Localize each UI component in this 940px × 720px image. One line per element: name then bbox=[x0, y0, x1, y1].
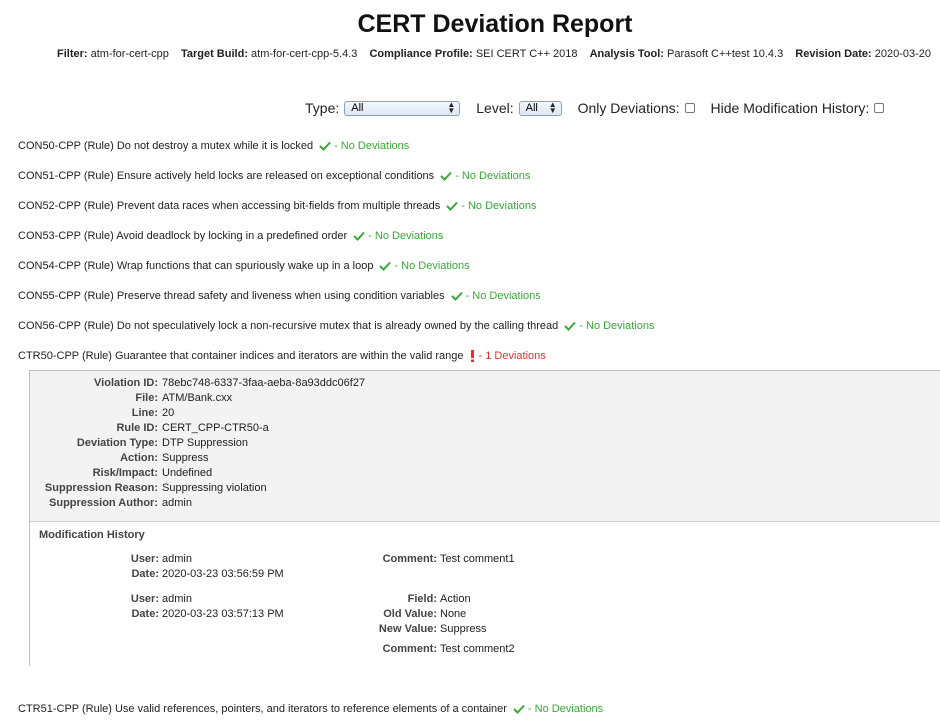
history-user: admin bbox=[162, 593, 192, 605]
rule-status: - No Deviations bbox=[465, 290, 541, 302]
history-comment-label: Comment: bbox=[382, 643, 437, 655]
history-user-label: User: bbox=[130, 593, 159, 605]
rule-status: - No Deviations bbox=[368, 230, 444, 242]
select-arrows-icon: ▲ ▼ bbox=[447, 100, 456, 115]
history-user-label: User: bbox=[130, 553, 159, 565]
rule-row: CON52-CPP (Rule) Prevent data races when… bbox=[18, 200, 536, 212]
check-icon bbox=[513, 704, 525, 714]
check-icon bbox=[440, 171, 452, 181]
meta-analysis-tool: Analysis Tool: Parasoft C++test 10.4.3 bbox=[589, 48, 784, 60]
meta-revision-date: Revision Date: 2020-03-20 bbox=[795, 48, 932, 60]
level-select-value: All bbox=[525, 102, 538, 114]
check-icon bbox=[319, 141, 331, 151]
history-comment-label: Comment: bbox=[382, 553, 437, 565]
rule-text: CON55-CPP (Rule) Preserve thread safety … bbox=[18, 290, 445, 302]
history-new-value: Suppress bbox=[440, 623, 487, 635]
meta-compliance-profile: Compliance Profile: SEI CERT C++ 2018 bbox=[369, 48, 578, 60]
rule-text: CON53-CPP (Rule) Avoid deadlock by locki… bbox=[18, 230, 348, 242]
check-icon bbox=[564, 321, 577, 331]
rule-status: - No Deviations bbox=[394, 260, 470, 272]
level-select[interactable]: All ▲ ▼ bbox=[518, 100, 562, 116]
violation-id-link[interactable]: 78ebc748-6337-3faa-aeba-8a93ddc06f27 bbox=[162, 377, 365, 389]
history-new-value-label: New Value: bbox=[378, 623, 437, 635]
type-select-value: All bbox=[351, 102, 364, 114]
rule-status: - No Deviations bbox=[579, 320, 655, 332]
report-metadata: Filter: atm-for-cert-cpp Target Build: a… bbox=[57, 48, 940, 60]
violation-panel: Violation ID: 78ebc748-6337-3faa-aeba-8a… bbox=[29, 370, 940, 666]
history-old-value: None bbox=[440, 608, 467, 620]
rule-row: CON56-CPP (Rule) Do not speculatively lo… bbox=[18, 320, 654, 332]
history-old-value-label: Old Value: bbox=[383, 608, 437, 620]
history-date: 2020-03-23 03:56:59 PM bbox=[162, 568, 284, 580]
modification-history-title: Modification History bbox=[39, 529, 145, 541]
rule-row: CTR51-CPP (Rule) Use valid references, p… bbox=[18, 703, 603, 715]
rule-status: - No Deviations bbox=[455, 170, 531, 182]
type-select[interactable]: All ▲ ▼ bbox=[344, 100, 461, 116]
history-user: admin bbox=[162, 553, 192, 565]
report-title: CERT Deviation Report bbox=[357, 10, 633, 38]
rule-row: CON53-CPP (Rule) Avoid deadlock by locki… bbox=[18, 230, 443, 242]
history-date-label: Date: bbox=[131, 608, 159, 620]
modification-history: Modification History User: admin Date: 2… bbox=[30, 521, 940, 666]
history-comment: Test comment1 bbox=[440, 553, 515, 565]
rule-row-deviation[interactable]: CTR50-CPP (Rule) Guarantee that containe… bbox=[18, 350, 546, 362]
level-label: Level: bbox=[476, 100, 514, 116]
history-date: 2020-03-23 03:57:13 PM bbox=[162, 608, 284, 620]
hide-history-checkbox[interactable] bbox=[874, 103, 885, 113]
history-comment: Test comment2 bbox=[440, 643, 515, 655]
history-field: Action bbox=[440, 593, 471, 605]
filter-bar: Type: All ▲ ▼ Level: All ▲ ▼ Only Deviatio… bbox=[305, 100, 885, 116]
rule-text: CON54-CPP (Rule) Wrap functions that can… bbox=[18, 260, 374, 272]
rule-row: CON51-CPP (Rule) Ensure actively held lo… bbox=[18, 170, 530, 182]
select-arrows-icon: ▲ ▼ bbox=[548, 100, 557, 115]
rule-text: CTR51-CPP (Rule) Use valid references, p… bbox=[18, 703, 507, 715]
history-date-label: Date: bbox=[131, 568, 159, 580]
type-label: Type: bbox=[305, 100, 340, 116]
rule-text: CON56-CPP (Rule) Do not speculatively lo… bbox=[18, 320, 559, 332]
history-field-label: Field: bbox=[407, 593, 437, 605]
check-icon bbox=[379, 261, 392, 271]
rule-text: CON52-CPP (Rule) Prevent data races when… bbox=[18, 200, 441, 212]
meta-target-build: Target Build: atm-for-cert-cpp-5.4.3 bbox=[180, 48, 358, 60]
only-deviations-label: Only Deviations: bbox=[577, 100, 680, 116]
only-deviations-checkbox[interactable] bbox=[684, 103, 695, 113]
rule-row: CON55-CPP (Rule) Preserve thread safety … bbox=[18, 290, 541, 302]
exclamation-icon bbox=[470, 350, 474, 362]
rule-row: CON54-CPP (Rule) Wrap functions that can… bbox=[18, 260, 470, 272]
rule-text: CON50-CPP (Rule) Do not destroy a mutex … bbox=[18, 140, 314, 152]
rule-text: CTR50-CPP (Rule) Guarantee that containe… bbox=[18, 350, 464, 362]
check-icon bbox=[446, 201, 458, 211]
check-icon bbox=[450, 291, 463, 301]
rule-status: - 1 Deviations bbox=[478, 350, 546, 362]
violation-details: Violation ID: 78ebc748-6337-3faa-aeba-8a… bbox=[44, 377, 366, 509]
meta-filter: Filter: atm-for-cert-cpp bbox=[57, 48, 169, 60]
rule-status: - No Deviations bbox=[461, 200, 537, 212]
rule-status: - No Deviations bbox=[527, 703, 604, 715]
rule-text: CON51-CPP (Rule) Ensure actively held lo… bbox=[18, 170, 435, 182]
rule-status: - No Deviations bbox=[334, 140, 410, 152]
hide-history-label: Hide Modification History: bbox=[710, 100, 870, 116]
rule-row: CON50-CPP (Rule) Do not destroy a mutex … bbox=[18, 140, 409, 152]
check-icon bbox=[353, 231, 365, 241]
